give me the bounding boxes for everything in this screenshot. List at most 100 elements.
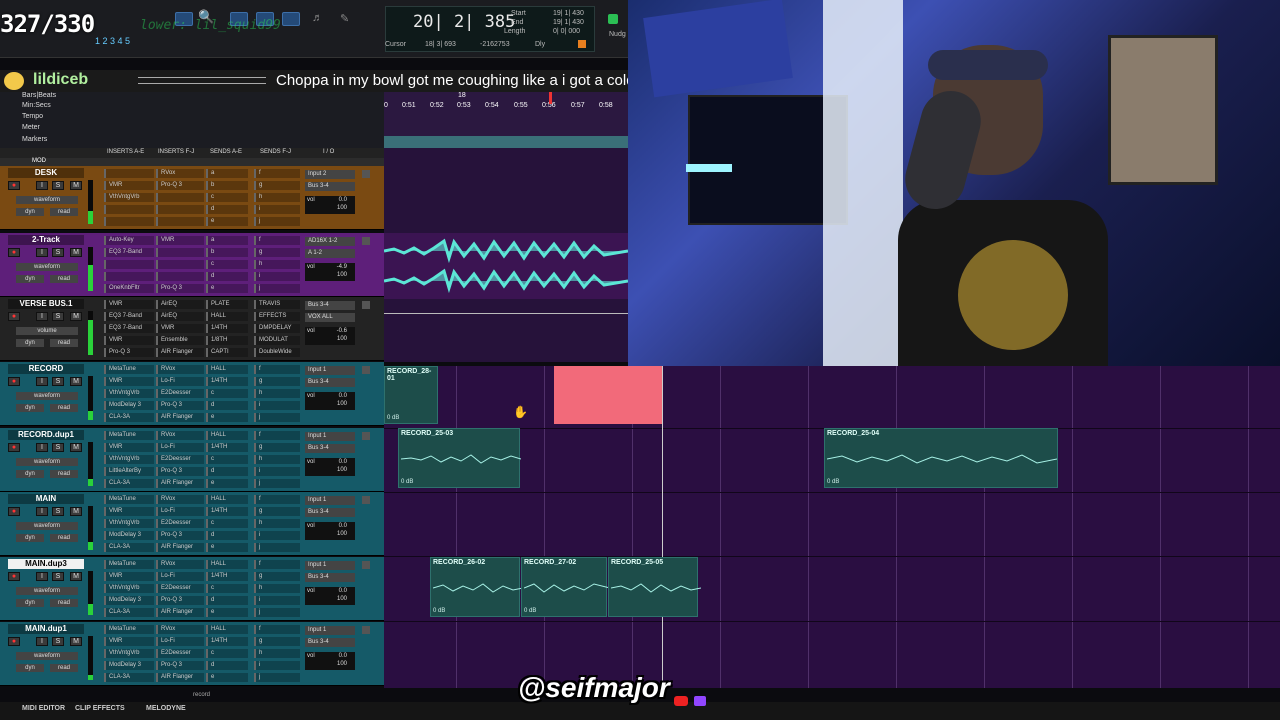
insert-slot[interactable]: AIR Flanger bbox=[156, 543, 204, 552]
record-arm-button[interactable]: ● bbox=[8, 377, 20, 386]
track-name[interactable]: RECORD bbox=[8, 364, 84, 374]
send-slot[interactable]: e bbox=[206, 284, 248, 293]
insert-slot[interactable]: CLA-3A bbox=[104, 543, 154, 552]
insert-slot[interactable]: RVox bbox=[156, 169, 204, 178]
timeline-ruler[interactable]: 0 0:51 0:52 0:53 0:54 0:55 0:56 0:57 0:5… bbox=[384, 92, 628, 148]
automation-mode[interactable]: read bbox=[50, 470, 78, 478]
send-slot[interactable]: 1/8TH bbox=[206, 336, 248, 345]
audio-clip[interactable]: RECORD_26-02 0 dB bbox=[430, 557, 523, 617]
insert-slot[interactable]: E2Deesser bbox=[156, 649, 204, 658]
send-slot[interactable]: 1/4TH bbox=[206, 507, 248, 516]
send-slot[interactable]: HALL bbox=[206, 560, 248, 569]
send-slot[interactable]: HALL bbox=[206, 495, 248, 504]
track-strip[interactable]: RECORD.dup1 ● I S Mwaveform dyn read MetaTune RV… bbox=[0, 428, 384, 492]
track-options-icon[interactable] bbox=[362, 366, 370, 374]
volume-automation-line[interactable] bbox=[384, 313, 628, 314]
track-name[interactable]: 2-Track bbox=[8, 235, 84, 245]
view-mode-selector[interactable]: waveform bbox=[16, 196, 78, 204]
record-arm-button[interactable]: ● bbox=[8, 443, 20, 452]
volume-readout[interactable]: vol -0.6 100 bbox=[305, 327, 355, 345]
volume-readout[interactable]: vol 0.0 100 bbox=[305, 392, 355, 410]
output-selector[interactable]: Bus 3-4 bbox=[305, 444, 355, 453]
send-slot[interactable]: i bbox=[254, 596, 300, 605]
send-slot[interactable]: f bbox=[254, 495, 300, 504]
input-selector[interactable]: AD16X 1-2 bbox=[305, 237, 355, 246]
insert-slot[interactable]: EQ3 7-Band bbox=[104, 324, 154, 333]
input-monitor-button[interactable]: I bbox=[36, 572, 48, 581]
send-slot[interactable]: c bbox=[206, 193, 248, 202]
automation-mode[interactable]: read bbox=[50, 275, 78, 283]
send-slot[interactable]: HALL bbox=[206, 431, 248, 440]
insert-slot[interactable]: Lo-Fi bbox=[156, 377, 204, 386]
insert-slot[interactable]: VthVntgVrb bbox=[104, 649, 154, 658]
output-selector[interactable]: Bus 3-4 bbox=[305, 508, 355, 517]
insert-slot[interactable] bbox=[104, 217, 154, 226]
send-slot[interactable]: 1/4TH bbox=[206, 572, 248, 581]
track-name[interactable]: MAIN.dup1 bbox=[8, 624, 84, 634]
record-arm-button[interactable]: ● bbox=[8, 248, 20, 257]
insert-slot[interactable]: Auto-Key bbox=[104, 236, 154, 245]
audio-clip[interactable]: RECORD_25-04 0 dB bbox=[824, 428, 1058, 488]
volume-readout[interactable]: vol 0.0 100 bbox=[305, 458, 355, 476]
solo-button[interactable]: S bbox=[52, 181, 64, 190]
track-options-icon[interactable] bbox=[362, 626, 370, 634]
track-strip[interactable]: MAIN.dup1 ● I S Mwaveform dyn read MetaTune RVox… bbox=[0, 622, 384, 686]
insert-slot[interactable]: ModDelay 3 bbox=[104, 531, 154, 540]
send-slot[interactable]: d bbox=[206, 272, 248, 281]
send-slot[interactable]: f bbox=[254, 365, 300, 374]
selected-region[interactable] bbox=[554, 366, 662, 424]
insert-slot[interactable]: CLA-3A bbox=[104, 413, 154, 422]
insert-slot[interactable]: MetaTune bbox=[104, 495, 154, 504]
insert-slot[interactable]: EQ3 7-Band bbox=[104, 312, 154, 321]
insert-slot[interactable]: Lo-Fi bbox=[156, 507, 204, 516]
send-slot[interactable]: HALL bbox=[206, 365, 248, 374]
input-monitor-button[interactable]: I bbox=[36, 507, 48, 516]
audio-clip[interactable]: RECORD_27-02 0 dB bbox=[521, 557, 610, 617]
send-slot[interactable]: a bbox=[206, 169, 248, 178]
insert-slot[interactable]: AIR Flanger bbox=[156, 479, 204, 488]
send-slot[interactable]: h bbox=[254, 193, 300, 202]
send-slot[interactable]: i bbox=[254, 272, 300, 281]
send-slot[interactable]: f bbox=[254, 431, 300, 440]
track-name[interactable]: DESK bbox=[8, 168, 84, 178]
mute-button[interactable]: M bbox=[70, 443, 82, 452]
audio-clip[interactable]: RECORD_28-01 0 dB bbox=[384, 366, 438, 424]
main-counter[interactable]: 20| 2| 385 bbox=[413, 12, 515, 32]
insert-slot[interactable]: AirEQ bbox=[156, 312, 204, 321]
track-options-icon[interactable] bbox=[362, 496, 370, 504]
insert-slot[interactable]: E2Deesser bbox=[156, 519, 204, 528]
dyn-selector[interactable]: dyn bbox=[16, 599, 44, 607]
input-monitor-button[interactable]: I bbox=[36, 312, 48, 321]
send-slot[interactable]: i bbox=[254, 467, 300, 476]
mute-button[interactable]: M bbox=[70, 637, 82, 646]
track-options-icon[interactable] bbox=[362, 432, 370, 440]
track-strip[interactable]: VERSE BUS.1 ● I S Mvolume dyn read VMR AirEQ PLAT… bbox=[0, 297, 384, 361]
mute-button[interactable]: M bbox=[70, 248, 82, 257]
insert-slot[interactable]: Pro-Q 3 bbox=[104, 348, 154, 357]
grabber-tool-icon[interactable] bbox=[282, 12, 300, 26]
insert-slot[interactable]: Pro-Q 3 bbox=[156, 596, 204, 605]
insert-slot[interactable]: VthVntgVrb bbox=[104, 389, 154, 398]
record-arm-button[interactable]: ● bbox=[8, 181, 20, 190]
start-value[interactable]: 19| 1| 430 bbox=[553, 10, 584, 17]
send-slot[interactable]: h bbox=[254, 260, 300, 269]
send-slot[interactable]: h bbox=[254, 649, 300, 658]
mute-button[interactable]: M bbox=[70, 572, 82, 581]
insert-slot[interactable]: VMR bbox=[104, 507, 154, 516]
insert-slot[interactable]: AIR Flanger bbox=[156, 608, 204, 617]
insert-slot[interactable]: ModDelay 3 bbox=[104, 401, 154, 410]
track-options-icon[interactable] bbox=[362, 237, 370, 245]
dyn-selector[interactable]: dyn bbox=[16, 664, 44, 672]
insert-slot[interactable]: ModDelay 3 bbox=[104, 661, 154, 670]
insert-slot[interactable] bbox=[104, 260, 154, 269]
send-slot[interactable]: e bbox=[206, 673, 248, 682]
insert-slot[interactable]: VthVntgVrb bbox=[104, 193, 154, 202]
send-slot[interactable]: f bbox=[254, 169, 300, 178]
insert-slot[interactable]: E2Deesser bbox=[156, 455, 204, 464]
insert-slot[interactable] bbox=[104, 169, 154, 178]
send-slot[interactable]: 1/4TH bbox=[206, 443, 248, 452]
view-mode-selector[interactable]: volume bbox=[16, 327, 78, 335]
send-slot[interactable]: d bbox=[206, 661, 248, 670]
send-slot[interactable]: f bbox=[254, 625, 300, 634]
output-selector[interactable]: Bus 3-4 bbox=[305, 573, 355, 582]
